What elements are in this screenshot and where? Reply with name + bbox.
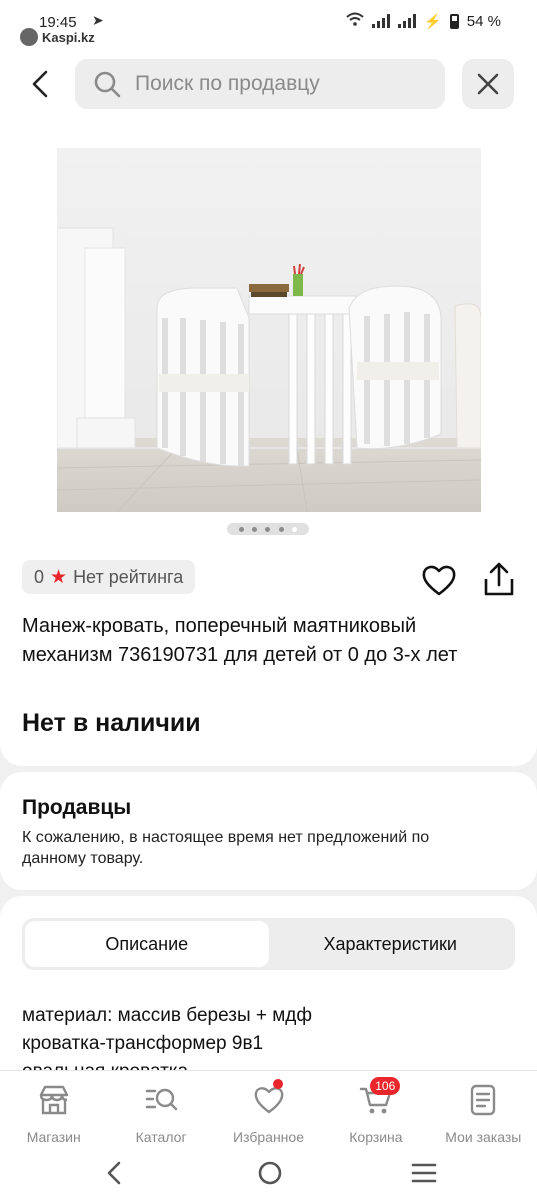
description-line: овальная кроватка [22, 1058, 502, 1070]
sellers-card: Продавцы К сожалению, в настоящее время … [0, 772, 537, 890]
system-home-icon[interactable] [255, 1158, 285, 1188]
store-icon [39, 1085, 68, 1115]
product-card: 0 ★ Нет рейтинга Манеж-кровать, поперечн… [0, 126, 537, 766]
pager-dot[interactable] [252, 526, 258, 532]
nav-item-store[interactable]: Магазин [0, 1071, 107, 1150]
chevron-left-icon [32, 70, 48, 98]
orders-icon [471, 1084, 496, 1116]
tab-characteristics[interactable]: Характеристики [269, 921, 513, 967]
image-pager[interactable] [227, 523, 309, 535]
nav-label: Каталог [135, 1129, 187, 1145]
system-recents-icon[interactable] [409, 1158, 439, 1188]
description-line: кроватка-трансформер 9в1 [22, 1033, 264, 1054]
share-icon[interactable] [482, 561, 516, 597]
system-back-icon[interactable] [100, 1158, 130, 1188]
kaspi-logo-icon [20, 28, 38, 46]
nav-item-favorites[interactable]: Избранное [215, 1071, 322, 1150]
product-image[interactable] [57, 148, 481, 512]
system-nav-bar [0, 1150, 537, 1200]
tab-description[interactable]: Описание [25, 921, 269, 967]
description-line: материал: массив березы + мдф [22, 1005, 313, 1026]
nav-label: Избранное [233, 1129, 304, 1145]
status-indicators: ⚡ 54 % [346, 12, 501, 30]
wifi-icon [346, 12, 365, 30]
nav-label: Магазин [26, 1129, 81, 1145]
star-icon: ★ [50, 566, 68, 588]
back-button[interactable] [22, 66, 58, 102]
catalog-search-icon [145, 1088, 178, 1111]
description-text: материал: массив березы + мдф кроватка-т… [22, 1002, 502, 1070]
description-tabs: Описание Характеристики [22, 918, 515, 970]
rating-badge[interactable]: 0 ★ Нет рейтинга [22, 560, 196, 594]
stock-status: Нет в наличии [22, 709, 201, 737]
battery-icon [449, 13, 459, 29]
sellers-title: Продавцы [22, 796, 132, 819]
telegram-icon: ➤ [92, 12, 104, 28]
status-bar: 19:45 ➤ Kaspi.kz ⚡ 54 % [0, 0, 537, 48]
nav-item-orders[interactable]: Мои заказы [430, 1071, 537, 1150]
pager-dot[interactable] [278, 526, 284, 532]
status-app: Kaspi.kz [20, 28, 95, 46]
cart-count-badge: 106 [370, 1077, 401, 1095]
pager-dot-active[interactable] [291, 526, 297, 532]
clear-search-button[interactable] [462, 59, 514, 109]
top-bar [0, 48, 537, 126]
nav-item-catalog[interactable]: Каталог [107, 1071, 214, 1150]
bottom-nav: Магазин Каталог Избранное 106 Корзина Мо… [0, 1070, 537, 1150]
pager-dot[interactable] [265, 526, 271, 532]
product-title: Манеж-кровать, поперечный маятниковый ме… [22, 615, 458, 666]
favorite-heart-icon[interactable] [421, 563, 457, 597]
close-icon [477, 73, 499, 95]
nav-label: Корзина [349, 1129, 403, 1145]
rating-value: 0 [34, 566, 45, 587]
status-app-name: Kaspi.kz [42, 29, 95, 45]
search-input[interactable] [135, 72, 425, 96]
nav-item-cart[interactable]: 106 Корзина [322, 1071, 429, 1150]
signal-icon [372, 14, 391, 28]
search-icon [94, 71, 121, 98]
power-saving-icon: ⚡ [424, 12, 442, 29]
rating-text: Нет рейтинга [73, 566, 184, 587]
sellers-message: К сожалению, в настоящее время нет предл… [22, 829, 430, 867]
battery-level: 54 % [466, 12, 501, 30]
notification-dot [272, 1079, 283, 1089]
signal-2-icon [398, 14, 417, 28]
nav-label: Мои заказы [445, 1129, 522, 1145]
pager-dot[interactable] [239, 526, 245, 532]
search-box[interactable] [75, 59, 445, 109]
